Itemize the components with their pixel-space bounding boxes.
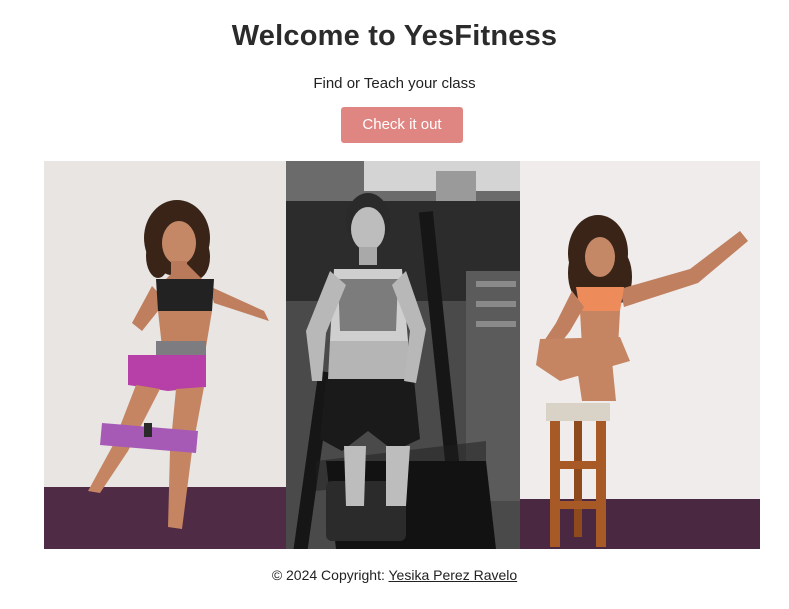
- gallery-photo-stool-balance: [520, 161, 760, 549]
- page-title: Welcome to YesFitness: [231, 20, 558, 52]
- copyright-text: © 2024 Copyright:: [271, 567, 389, 583]
- gallery-photo-elliptical: [286, 161, 520, 549]
- footer: © 2024 Copyright: Yesika Perez Ravelo: [0, 567, 789, 583]
- author-link[interactable]: Yesika Perez Ravelo: [389, 567, 518, 583]
- gallery-photo-band-workout: [44, 161, 286, 549]
- check-it-out-button[interactable]: Check it out: [341, 107, 463, 143]
- page: Welcome to YesFitness Find or Teach your…: [0, 0, 789, 609]
- photo-gallery: [44, 161, 760, 549]
- page-subtitle: Find or Teach your class: [313, 75, 476, 92]
